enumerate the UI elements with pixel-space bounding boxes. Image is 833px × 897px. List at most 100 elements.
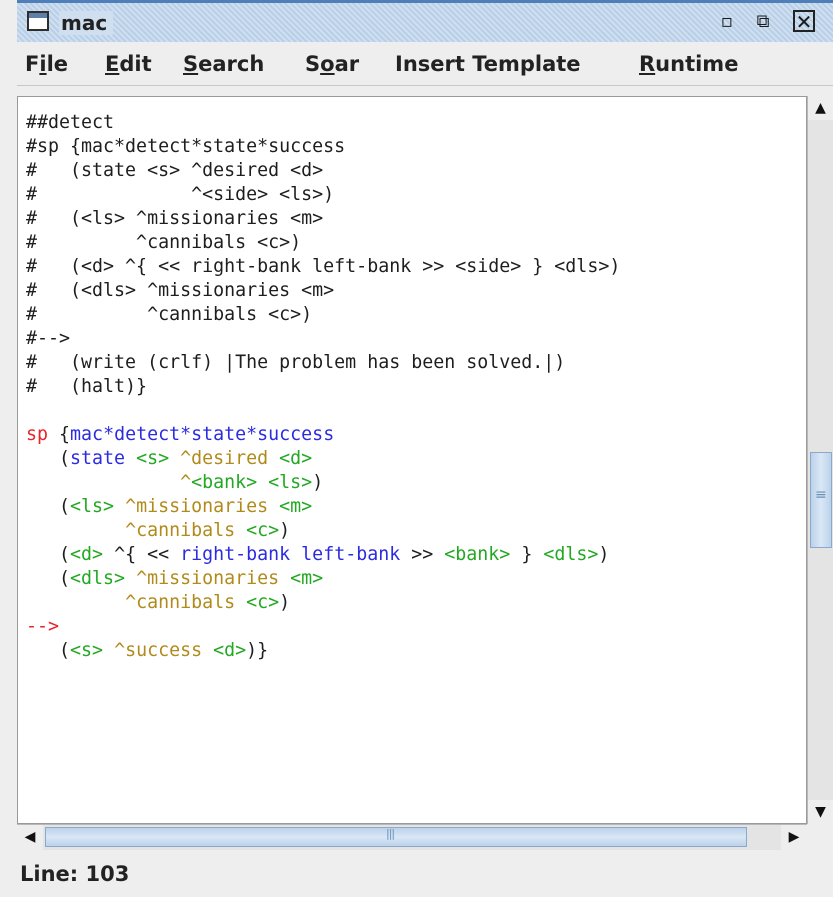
code-token-keyword: --> [26,616,60,637]
code-token-default: ##detect [26,112,115,133]
window-title: mac [59,11,114,35]
scroll-right-icon[interactable]: ▶ [781,825,807,850]
code-token-variable: <c> [246,592,280,613]
code-token-symbol: } [521,544,544,565]
code-token-variable: <m> [290,568,324,589]
code-token-variable: <m> [279,496,313,517]
code-line[interactable]: # ^<side> <ls>) [26,183,334,207]
code-token-default: # (state <s> ^desired <d> [26,160,324,181]
code-token-name: mac*detect*state*success [70,424,335,445]
code-line[interactable]: --> [26,615,59,639]
code-token-default: # (write (crlf) |The problem has been so… [26,352,566,373]
menu-runtime-label-rest: untime [655,52,739,76]
code-editor[interactable]: ##detect #sp {mac*detect*state*success # (… [17,96,807,824]
menu-search-mnemonic: S [183,52,199,76]
code-token-symbol: ) [279,592,291,613]
code-token-variable: <d> [70,544,115,565]
menu-edit-mnemonic: E [105,52,120,76]
menu-insert-template[interactable]: Insert Template [395,50,581,78]
code-line[interactable]: # (halt)} [26,375,147,399]
code-token-symbol: { [59,424,71,445]
code-token-attribute: ^success [114,640,214,661]
menu-search-label-rest: earch [198,52,265,76]
menu-insert-template-label: Insert Template [395,52,581,76]
vertical-scrollbar[interactable]: ▲ ▼ [807,96,833,824]
code-line[interactable]: # (state <s> ^desired <d> [26,159,323,183]
vertical-scroll-thumb[interactable] [810,452,832,548]
minimize-icon[interactable]: ▫ [715,10,739,34]
code-token-default: # ^cannibals <c>) [26,304,313,325]
horizontal-scrollbar[interactable]: ◀ ▶ [17,824,807,850]
code-token-default: # (<dls> ^missionaries <m> [26,280,335,301]
menu-search[interactable]: Search [183,50,264,78]
code-token-symbol [26,520,125,541]
code-token-symbol [26,472,180,493]
code-token-attribute: ^cannibals [125,592,247,613]
code-line[interactable]: ^cannibals <c>) [26,519,290,543]
code-token-attribute: ^ [180,472,192,493]
code-token-default: # (<d> ^{ << right-bank left-bank >> <si… [26,256,621,277]
code-line[interactable]: #sp {mac*detect*state*success [26,135,345,159]
menu-soar-mnemonic: o [320,52,335,76]
code-token-symbol: ^{ << [114,544,181,565]
menu-file-label-rest: le [46,52,69,76]
code-line[interactable]: # (<dls> ^missionaries <m> [26,279,334,303]
maximize-icon[interactable]: ⧉ [751,10,775,34]
code-line[interactable]: # (<d> ^{ << right-bank left-bank >> <si… [26,255,620,279]
code-token-symbol: ) [598,544,610,565]
code-token-symbol [26,592,125,613]
line-number-status: Line: 103 [20,862,130,886]
scroll-up-icon[interactable]: ▲ [808,96,833,120]
code-line[interactable]: # ^cannibals <c>) [26,303,312,327]
code-token-variable: <dls> [543,544,599,565]
code-token-variable: <d> [279,448,313,469]
horizontal-scroll-thumb[interactable] [45,827,747,847]
code-token-attribute: ^missionaries [136,568,291,589]
code-line[interactable]: #--> [26,327,70,351]
code-line[interactable]: # ^cannibals <c>) [26,231,301,255]
code-token-variable: <dls> [70,568,137,589]
scrollbar-corner [807,824,833,850]
code-line[interactable]: # (<ls> ^missionaries <m> [26,207,323,231]
code-line[interactable]: sp {mac*detect*state*success [26,423,334,447]
code-line[interactable]: (<d> ^{ << right-bank left-bank >> <bank… [26,543,609,567]
code-token-name: state [70,448,137,469]
code-token-default: # (halt)} [26,376,148,397]
code-line[interactable]: (<dls> ^missionaries <m> [26,567,323,591]
code-token-variable: <s> [70,640,115,661]
menu-file-mnemonic: i [39,52,47,76]
code-token-variable: <c> [246,520,280,541]
status-bar: Line: 103 [17,850,833,897]
code-token-symbol: ( [26,544,71,565]
menu-edit[interactable]: Edit [105,50,152,78]
menu-soar[interactable]: Soar [305,50,359,78]
menu-file[interactable]: File [25,50,68,78]
title-bar[interactable]: mac ▫ ⧉ ✕ [17,0,833,42]
scroll-down-icon[interactable]: ▼ [808,800,833,824]
menu-soar-label-rest: ar [334,52,360,76]
code-token-variable: <s> [136,448,181,469]
code-line[interactable]: ^cannibals <c>) [26,591,290,615]
code-token-variable: <bank> <ls> [191,472,313,493]
code-token-attribute: ^desired [180,448,280,469]
code-line[interactable]: ^<bank> <ls>) [26,471,323,495]
menu-runtime-mnemonic: R [639,52,656,76]
scroll-left-icon[interactable]: ◀ [17,825,43,850]
window-icon[interactable] [27,11,49,31]
menu-runtime[interactable]: Runtime [639,50,738,78]
code-token-default: # ^<side> <ls>) [26,184,335,205]
code-token-symbol: ) [312,472,324,493]
code-line[interactable]: (state <s> ^desired <d> [26,447,312,471]
menu-soar-label: S [305,52,321,76]
menu-file-label: F [25,52,40,76]
code-token-symbol: ( [26,448,71,469]
code-token-default: # ^cannibals <c>) [26,232,302,253]
code-line[interactable]: # (write (crlf) |The problem has been so… [26,351,565,375]
code-line[interactable]: ##detect [26,111,114,135]
code-token-keyword: sp [26,424,60,445]
code-token-variable: <bank> [444,544,522,565]
code-line[interactable]: (<ls> ^missionaries <m> [26,495,312,519]
code-line[interactable]: (<s> ^success <d>)} [26,639,268,663]
close-icon[interactable]: ✕ [793,10,815,32]
code-token-symbol: >> [411,544,445,565]
